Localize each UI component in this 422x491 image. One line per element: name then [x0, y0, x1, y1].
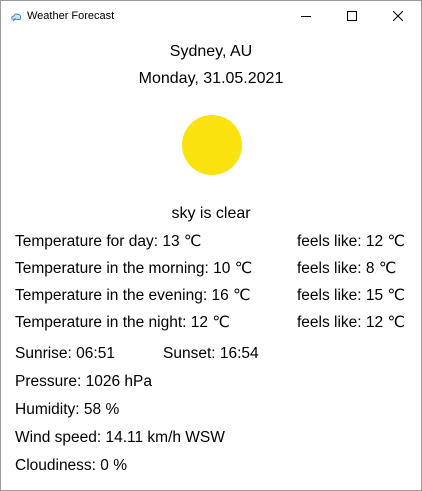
close-button[interactable] [375, 1, 421, 31]
cloudiness-label: Cloudiness: 0 % [15, 457, 128, 474]
feels-like-day: feels like: 12 ℃ [297, 233, 405, 250]
maximize-icon [347, 11, 357, 21]
app-icon [10, 10, 22, 22]
maximize-button[interactable] [329, 1, 375, 31]
temp-morning: Temperature in the morning: 10 ℃ [15, 260, 253, 277]
feels-like-night: feels like: 12 ℃ [297, 314, 405, 331]
minimize-icon [301, 16, 311, 17]
sunrise-label: Sunrise: 06:51 [15, 345, 115, 362]
sunset-label: Sunset: 16:54 [163, 345, 259, 362]
feels-like-evening: feels like: 15 ℃ [297, 287, 405, 304]
weather-description: sky is clear [171, 205, 251, 222]
wind-speed-label: Wind speed: 14.11 km/h WSW [15, 429, 225, 446]
feels-like-morning: feels like: 8 ℃ [297, 260, 397, 277]
humidity-label: Humidity: 58 % [15, 401, 120, 418]
temp-day: Temperature for day: 13 ℃ [15, 233, 202, 250]
city-label: Sydney, AU [169, 43, 253, 60]
minimize-button[interactable] [283, 1, 329, 31]
pressure-label: Pressure: 1026 hPa [15, 373, 153, 390]
close-icon [393, 11, 403, 21]
date-label: Monday, 31.05.2021 [138, 70, 284, 87]
title-bar[interactable]: Weather Forecast [1, 1, 421, 31]
app-window: Weather Forecast Sydney, AU Monday, 31.0… [0, 0, 422, 491]
forecast-panel: Sydney, AU Monday, 31.05.2021 sky is cle… [1, 31, 421, 490]
window-title: Weather Forecast [27, 10, 115, 22]
temp-night: Temperature in the night: 12 ℃ [15, 314, 230, 331]
temp-evening: Temperature in the evening: 16 ℃ [15, 287, 251, 304]
sun-icon [182, 115, 242, 175]
